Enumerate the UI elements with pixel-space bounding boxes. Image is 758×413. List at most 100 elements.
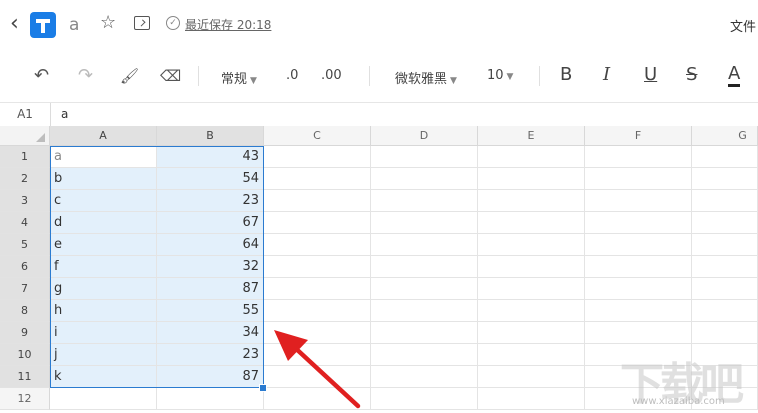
cell[interactable] [585,322,692,344]
cell[interactable] [264,278,371,300]
redo-icon[interactable]: ↷ [78,66,93,86]
strikethrough-button[interactable]: S [686,64,697,85]
cell[interactable]: 23 [157,190,264,212]
cell[interactable]: 54 [157,168,264,190]
decrease-decimal-button[interactable]: .0 [286,68,298,83]
file-menu[interactable]: 文件 [730,16,756,35]
cell[interactable] [371,388,478,410]
cell[interactable] [371,168,478,190]
cell[interactable] [264,212,371,234]
cell[interactable]: e [50,234,157,256]
column-header-f[interactable]: F [585,126,692,146]
cell[interactable] [371,234,478,256]
star-icon[interactable]: ☆ [100,13,116,33]
cell[interactable] [478,366,585,388]
cell-reference-box[interactable]: A1 [0,103,51,126]
row-header[interactable]: 7 [0,278,50,300]
cell[interactable] [585,190,692,212]
cell[interactable]: 87 [157,366,264,388]
number-format-dropdown[interactable]: 常规 ▼ [221,68,257,87]
cell[interactable]: 67 [157,212,264,234]
cell[interactable] [478,344,585,366]
cell[interactable] [371,146,478,168]
document-title[interactable]: a [69,15,79,35]
cell[interactable]: g [50,278,157,300]
fill-handle[interactable] [259,384,267,392]
cell[interactable]: d [50,212,157,234]
row-header[interactable]: 11 [0,366,50,388]
font-color-button[interactable]: A [728,64,741,87]
cell[interactable]: b [50,168,157,190]
cell[interactable] [264,146,371,168]
cell[interactable] [264,190,371,212]
row-header[interactable]: 1 [0,146,50,168]
cell[interactable] [371,344,478,366]
cell[interactable]: h [50,300,157,322]
cell[interactable] [371,366,478,388]
row-header[interactable]: 9 [0,322,50,344]
underline-button[interactable]: U [644,64,657,85]
cell[interactable] [692,300,758,322]
column-header-c[interactable]: C [264,126,371,146]
increase-decimal-button[interactable]: .00 [321,68,342,83]
cell[interactable] [585,278,692,300]
cell[interactable] [478,234,585,256]
row-header[interactable]: 5 [0,234,50,256]
font-family-dropdown[interactable]: 微软雅黑 ▼ [395,68,457,87]
cell[interactable] [264,300,371,322]
cell[interactable] [371,256,478,278]
cell[interactable] [692,278,758,300]
cell[interactable] [371,212,478,234]
cell[interactable] [478,388,585,410]
cell[interactable]: 43 [157,146,264,168]
cell[interactable]: i [50,322,157,344]
cell[interactable] [585,300,692,322]
row-header[interactable]: 6 [0,256,50,278]
italic-button[interactable]: I [603,64,610,85]
row-header[interactable]: 12 [0,388,50,410]
cell[interactable] [478,190,585,212]
cell[interactable] [264,168,371,190]
row-header[interactable]: 4 [0,212,50,234]
cell[interactable] [692,256,758,278]
cell[interactable] [585,234,692,256]
column-header-b[interactable]: B [157,126,264,146]
cell[interactable] [585,256,692,278]
format-painter-icon[interactable]: 🖌 [120,66,139,86]
cell[interactable] [692,322,758,344]
cell[interactable] [585,168,692,190]
cell[interactable]: 23 [157,344,264,366]
column-header-a[interactable]: A [50,126,157,146]
cell[interactable] [478,322,585,344]
cell[interactable]: 55 [157,300,264,322]
cell[interactable] [157,388,264,410]
cell[interactable] [692,234,758,256]
column-header-e[interactable]: E [478,126,585,146]
cell[interactable] [692,212,758,234]
undo-icon[interactable]: ↶ [34,66,49,86]
back-chevron-icon[interactable]: ‹ [10,13,19,35]
cell[interactable] [585,212,692,234]
row-header[interactable]: 8 [0,300,50,322]
cell[interactable] [371,278,478,300]
cell[interactable]: f [50,256,157,278]
cell[interactable] [50,388,157,410]
column-header-g[interactable]: G [692,126,758,146]
cell[interactable] [478,212,585,234]
cell[interactable] [371,300,478,322]
row-header[interactable]: 3 [0,190,50,212]
cell[interactable] [264,234,371,256]
cell[interactable] [264,256,371,278]
cell[interactable] [585,146,692,168]
bold-button[interactable]: B [560,64,572,85]
last-saved-text[interactable]: 最近保存 20:18 [185,16,271,33]
cell[interactable] [371,190,478,212]
cell[interactable]: a [50,146,157,168]
column-header-d[interactable]: D [371,126,478,146]
row-header[interactable]: 10 [0,344,50,366]
cell[interactable] [478,146,585,168]
cell[interactable] [478,278,585,300]
cell[interactable] [692,168,758,190]
clear-format-icon[interactable]: ⌫ [160,66,181,86]
cell[interactable] [478,168,585,190]
